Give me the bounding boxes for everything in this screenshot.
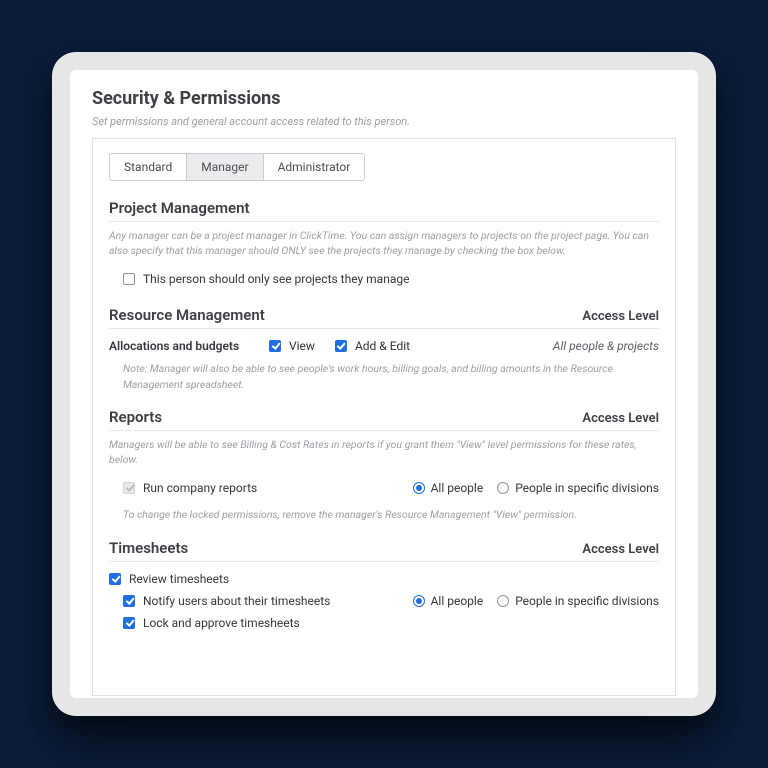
page-subtitle: Set permissions and general account acce… [92,115,676,128]
timesheets-title: Timesheets [109,539,188,557]
section-project-management: Project Management Any manager can be a … [109,199,659,290]
section-timesheets: Timesheets Access Level Review timesheet… [109,539,659,634]
content-box: Standard Manager Administrator Project M… [92,138,676,696]
tab-administrator[interactable]: Administrator [264,154,365,180]
project-mgmt-title: Project Management [109,199,250,217]
checkbox-icon[interactable] [123,617,135,629]
device-frame: Security & Permissions Set permissions a… [52,52,716,716]
role-tabs: Standard Manager Administrator [109,153,365,181]
checkbox-icon[interactable] [123,273,135,285]
timesheets-radio-all[interactable]: All people [413,594,484,608]
reports-run-row: Run company reports All people People in… [109,477,659,499]
reports-access-label: Access Level [582,411,659,426]
project-only-manage-row[interactable]: This person should only see projects the… [109,268,659,290]
section-reports: Reports Access Level Managers will be ab… [109,408,659,523]
radio-icon[interactable] [497,595,509,607]
allocations-row: Allocations and budgets View Add & Edit … [109,335,659,361]
reports-title: Reports [109,408,162,426]
allocations-label: Allocations and budgets [109,339,269,353]
checkbox-icon[interactable] [109,573,121,585]
reports-radio-all[interactable]: All people [413,481,484,495]
timesheets-review-row[interactable]: Review timesheets [109,568,413,590]
timesheets-notify-label: Notify users about their timesheets [143,594,330,608]
resource-mgmt-access-label: Access Level [582,309,659,324]
reports-radio-divisions[interactable]: People in specific divisions [497,481,659,495]
checkbox-locked-icon [123,482,135,494]
timesheets-lock-row[interactable]: Lock and approve timesheets [109,612,413,634]
timesheets-review-label: Review timesheets [129,572,229,586]
radio-icon[interactable] [497,482,509,494]
tab-manager[interactable]: Manager [187,154,263,180]
checkbox-icon[interactable] [123,595,135,607]
allocations-edit-option[interactable]: Add & Edit [335,339,410,353]
timesheets-lock-label: Lock and approve timesheets [143,616,300,630]
page-title: Security & Permissions [92,88,676,109]
allocations-view-option[interactable]: View [269,339,315,353]
radio-icon[interactable] [413,482,425,494]
allocations-scope: All people & projects [553,339,659,353]
timesheets-radio-divisions[interactable]: People in specific divisions [497,594,659,608]
reports-locked-note: To change the locked permissions, remove… [109,507,659,522]
project-mgmt-desc: Any manager can be a project manager in … [109,228,659,258]
radio-icon[interactable] [413,595,425,607]
checkbox-icon[interactable] [335,340,347,352]
reports-run-label: Run company reports [143,481,257,495]
reports-desc: Managers will be able to see Billing & C… [109,437,659,467]
resource-mgmt-note: Note: Manager will also be able to see p… [109,361,659,391]
project-only-manage-label: This person should only see projects the… [143,272,409,286]
checkbox-icon[interactable] [269,340,281,352]
settings-panel: Security & Permissions Set permissions a… [70,70,698,698]
resource-mgmt-title: Resource Management [109,306,265,324]
section-resource-management: Resource Management Access Level Allocat… [109,306,659,391]
timesheets-access-label: Access Level [582,542,659,557]
tab-standard[interactable]: Standard [110,154,187,180]
timesheets-notify-row[interactable]: Notify users about their timesheets [109,590,413,612]
